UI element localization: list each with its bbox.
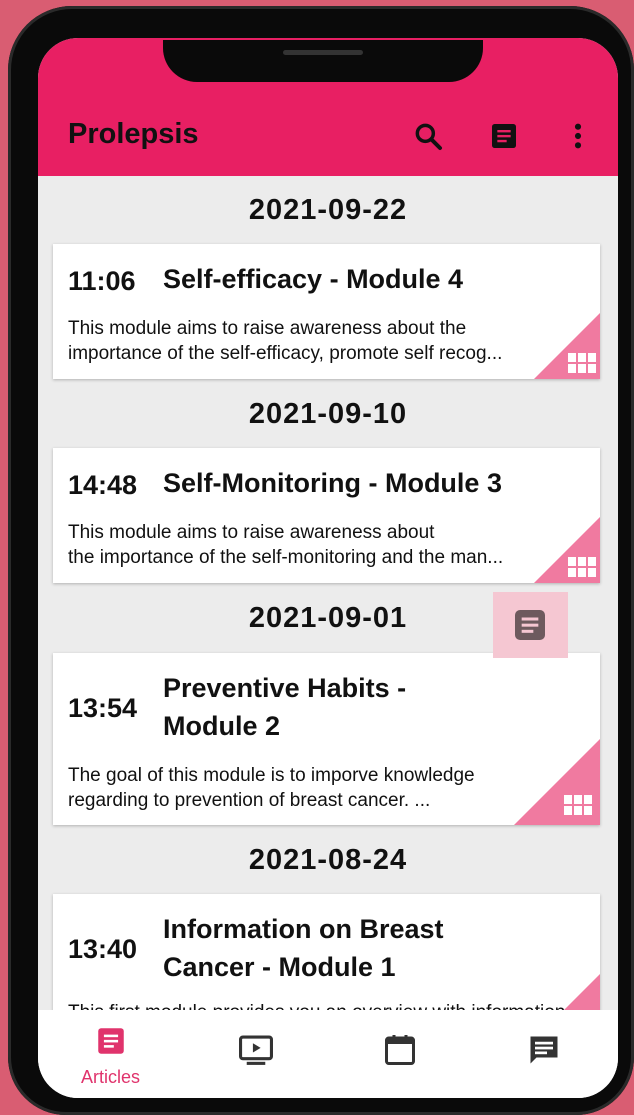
phone-frame: Prolepsis 2021-09-22 11:06 Self-efficacy… <box>8 6 634 1115</box>
date-header: 2021-08-24 <box>248 844 408 876</box>
tab-chat[interactable] <box>473 1010 618 1098</box>
video-icon <box>239 1035 273 1065</box>
article-title: Self-Monitoring - Module 3 <box>163 468 502 498</box>
article-card[interactable]: 13:54 Preventive Habits - Module 2 The g… <box>53 653 600 825</box>
article-title: Information on Breast Cancer - Module 1 <box>163 914 444 982</box>
tab-calendar[interactable] <box>328 1010 473 1098</box>
date-header: 2021-09-10 <box>248 398 408 430</box>
article-card[interactable]: 14:48 Self-Monitoring - Module 3 This mo… <box>53 448 600 583</box>
article-time: 13:40 <box>68 934 138 964</box>
card-corner <box>550 974 600 1010</box>
article-icon <box>98 1028 124 1054</box>
more-vert-icon[interactable] <box>562 120 594 152</box>
article-icon[interactable] <box>488 120 520 152</box>
floating-article-button[interactable] <box>493 592 568 658</box>
grid-icon[interactable] <box>568 557 596 579</box>
article-icon <box>515 610 545 640</box>
tab-articles[interactable]: Articles <box>38 1010 183 1098</box>
article-time: 14:48 <box>68 470 138 500</box>
phone-speaker <box>283 50 363 55</box>
search-icon[interactable] <box>412 120 444 152</box>
app-title: Prolepsis <box>68 118 199 150</box>
bottom-navigation: Articles <box>38 1010 618 1098</box>
article-description: This first module provides you an overvi… <box>68 1000 578 1010</box>
article-description: This module aims to raise awareness abou… <box>68 522 504 568</box>
article-list[interactable]: 2021-09-22 11:06 Self-efficacy - Module … <box>38 176 618 1010</box>
grid-icon[interactable] <box>568 353 596 375</box>
article-card[interactable]: 13:40 Information on Breast Cancer - Mod… <box>53 894 600 1010</box>
article-description: This module aims to raise awareness abou… <box>68 318 503 364</box>
article-title: Self-efficacy - Module 4 <box>163 264 464 294</box>
calendar-icon <box>385 1035 415 1065</box>
chat-icon <box>530 1036 558 1064</box>
tab-videos[interactable] <box>183 1010 328 1098</box>
app-screen: Prolepsis 2021-09-22 11:06 Self-efficacy… <box>38 38 618 1098</box>
article-title: Preventive Habits - Module 2 <box>163 673 407 741</box>
tab-label: Articles <box>80 1067 140 1087</box>
article-time: 11:06 <box>68 266 136 296</box>
article-card[interactable]: 11:06 Self-efficacy - Module 4 This modu… <box>53 244 600 379</box>
grid-icon[interactable] <box>564 795 592 817</box>
date-header: 2021-09-22 <box>248 194 408 226</box>
article-description: The goal of this module is to imporve kn… <box>68 765 475 811</box>
article-time: 13:54 <box>68 693 138 723</box>
phone-notch <box>163 40 483 82</box>
